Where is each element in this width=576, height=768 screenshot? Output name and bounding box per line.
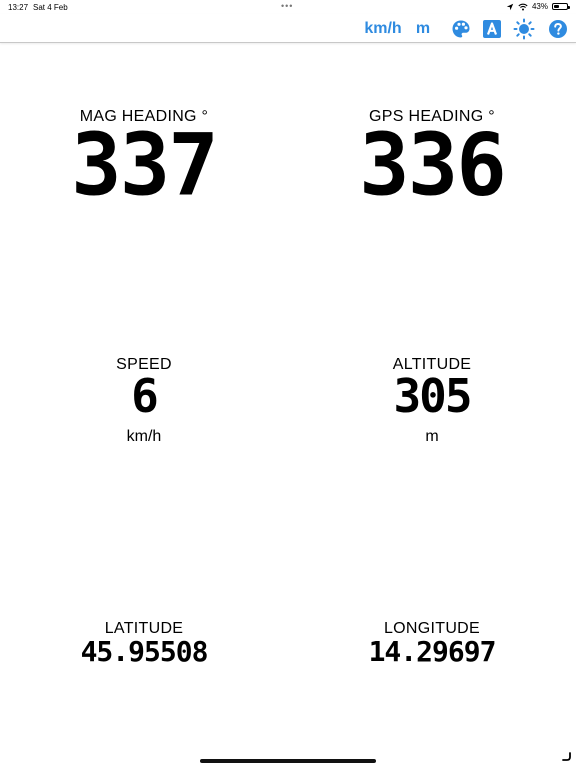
brightness-icon[interactable] xyxy=(512,18,536,40)
speed-unit-button[interactable]: km/h xyxy=(362,18,404,40)
multitasking-dots[interactable]: ••• xyxy=(281,1,293,11)
longitude-value: 14.29697 xyxy=(368,635,497,668)
location-arrow-icon xyxy=(506,3,514,10)
altitude-panel: ALTITUDE 305 m xyxy=(312,356,552,446)
wifi-icon xyxy=(518,3,528,10)
speed-value: 6 xyxy=(131,369,159,423)
latitude-panel: LATITUDE 45.95508 xyxy=(24,620,264,666)
mag-heading-panel: MAG HEADING ° 337 xyxy=(24,108,264,215)
speed-unit: km/h xyxy=(126,428,162,445)
status-date: Sat 4 Feb xyxy=(33,3,68,12)
status-time: 13:27 xyxy=(8,3,29,12)
palette-icon[interactable] xyxy=(450,18,472,40)
gps-heading-panel: GPS HEADING ° 336 xyxy=(312,108,552,215)
latitude-value: 45.95508 xyxy=(80,635,209,668)
battery-icon xyxy=(552,3,570,10)
battery-percent: 43% xyxy=(531,2,548,11)
status-right: 43% xyxy=(506,2,570,11)
home-indicator[interactable] xyxy=(200,759,376,763)
top-toolbar: km/h m xyxy=(0,14,576,43)
altitude-value: 305 xyxy=(393,369,472,423)
altitude-unit-button[interactable]: m xyxy=(413,18,433,40)
font-a-icon[interactable] xyxy=(481,18,503,40)
gps-heading-value: 336 xyxy=(359,115,507,215)
longitude-panel: LONGITUDE 14.29697 xyxy=(312,620,552,666)
mag-heading-value: 337 xyxy=(71,115,219,215)
status-bar: 13:27 Sat 4 Feb ••• 43% xyxy=(0,0,576,14)
speed-panel: SPEED 6 km/h xyxy=(24,356,264,446)
resize-corner-icon xyxy=(562,752,571,761)
help-icon[interactable] xyxy=(547,18,569,40)
altitude-unit: m xyxy=(425,428,439,445)
